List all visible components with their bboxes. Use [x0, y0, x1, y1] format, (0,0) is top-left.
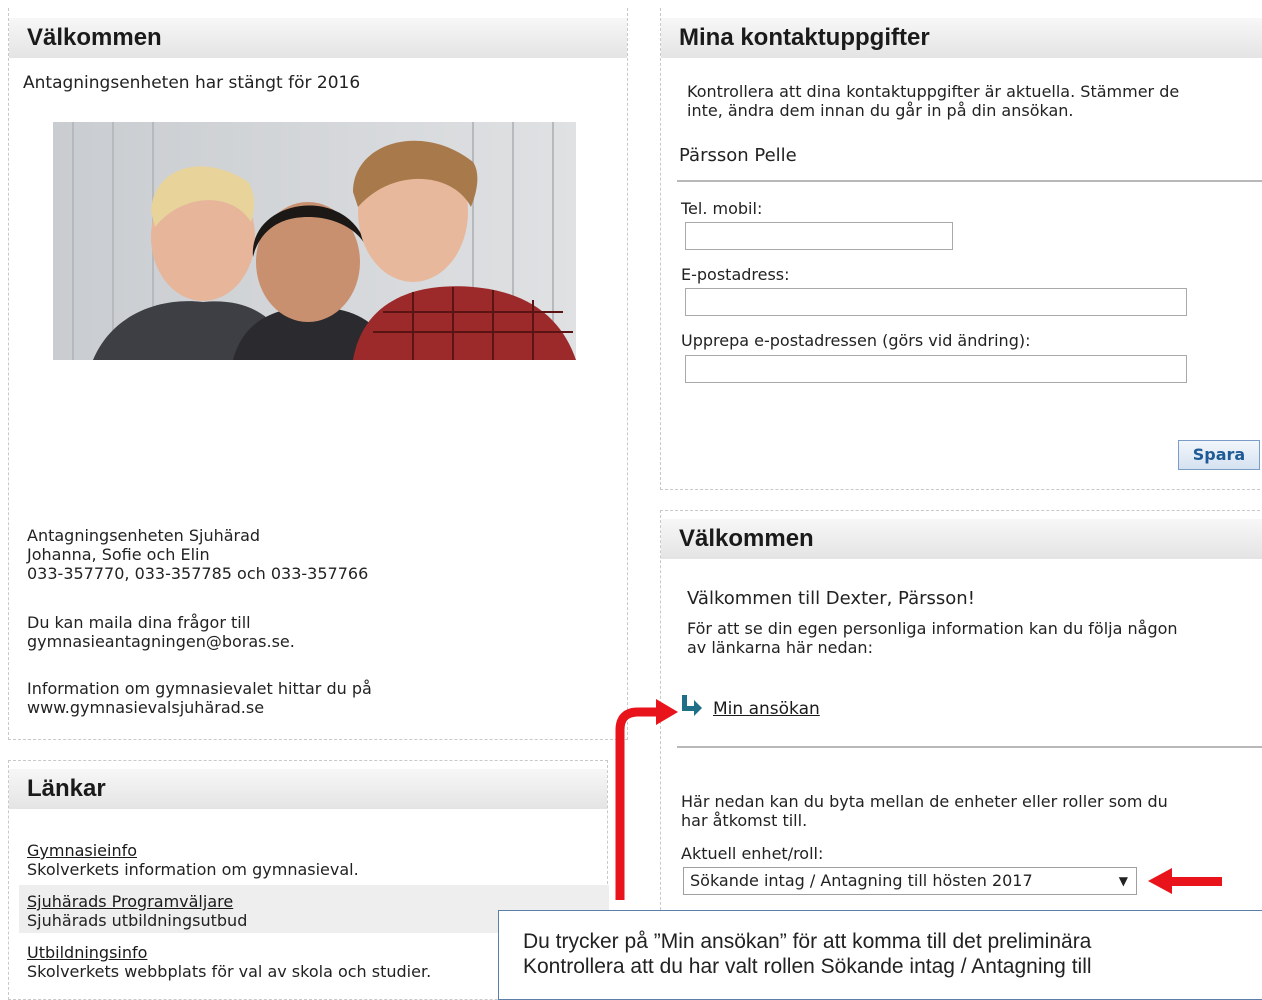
- left-welcome-panel: Välkommen Antagningsenheten har stängt f…: [8, 8, 628, 740]
- email-label: E-postadress:: [681, 265, 790, 284]
- contact-intro-line-2: inte, ändra dem innan du går in på din a…: [687, 101, 1074, 120]
- role-label: Aktuell enhet/roll:: [681, 844, 824, 863]
- role-select-value: Sökande intag / Antagning till hösten 20…: [690, 871, 1033, 890]
- link-utbildningsinfo-desc: Skolverkets webbplats för val av skola o…: [27, 962, 432, 981]
- callout-line-1: Du trycker på ”Min ansökan” för att komm…: [523, 930, 1092, 953]
- info-line-1: För att se din egen personliga informati…: [687, 619, 1178, 638]
- students-photo-image: [53, 122, 576, 360]
- link-gymnasieinfo-desc: Skolverkets information om gymnasieval.: [27, 860, 359, 879]
- mail-line-1: Du kan maila dina frågor till: [27, 613, 251, 632]
- link-gymnasieinfo[interactable]: Gymnasieinfo: [27, 841, 137, 860]
- switch-line-1: Här nedan kan du byta mellan de enheter …: [681, 792, 1168, 811]
- link-programvaljare-desc: Sjuhärads utbildningsutbud: [27, 911, 248, 930]
- mail-line-2: gymnasieantagningen@boras.se.: [27, 632, 295, 651]
- info-line-2: www.gymnasievalsjuhärad.se: [27, 698, 265, 717]
- left-welcome-title: Välkommen: [9, 18, 627, 58]
- person-name: Pärsson Pelle: [679, 145, 797, 166]
- info-line-1: Information om gymnasievalet hittar du p…: [27, 679, 372, 698]
- contact-line-2: Johanna, Sofie och Elin: [27, 545, 210, 564]
- my-application-link[interactable]: Min ansökan: [713, 700, 820, 719]
- greeting: Välkommen till Dexter, Pärsson!: [687, 588, 975, 609]
- info-line-2: av länkarna här nedan:: [687, 638, 873, 657]
- instruction-callout: Du trycker på ”Min ansökan” för att komm…: [498, 910, 1262, 1000]
- mobile-input[interactable]: [685, 222, 953, 250]
- email-repeat-input[interactable]: [685, 355, 1187, 383]
- links-title: Länkar: [9, 769, 607, 809]
- right-welcome-title: Välkommen: [661, 519, 1262, 559]
- contact-panel: Mina kontaktuppgifter Kontrollera att di…: [660, 8, 1262, 490]
- mobile-label: Tel. mobil:: [681, 199, 763, 218]
- email-repeat-label: Upprepa e-postadressen (görs vid ändring…: [681, 331, 1031, 350]
- right-welcome-panel: Välkommen Välkommen till Dexter, Pärsson…: [660, 510, 1262, 920]
- contact-line-3: 033-357770, 033-357785 och 033-357766: [27, 564, 369, 583]
- links-divider: [677, 746, 1262, 748]
- annotation-arrow-to-link: [615, 707, 660, 900]
- name-divider: [677, 180, 1262, 182]
- closed-notice: Antagningsenheten har stängt för 2016: [23, 73, 361, 93]
- contact-title: Mina kontaktuppgifter: [661, 18, 1262, 58]
- link-utbildningsinfo[interactable]: Utbildningsinfo: [27, 943, 147, 962]
- contact-intro-line-1: Kontrollera att dina kontaktuppgifter är…: [687, 82, 1180, 101]
- students-photo: [53, 122, 576, 360]
- link-programvaljare[interactable]: Sjuhärads Programväljare: [27, 892, 233, 911]
- chevron-down-icon: ▼: [1118, 874, 1128, 888]
- role-select[interactable]: Sökande intag / Antagning till hösten 20…: [683, 867, 1137, 895]
- switch-line-2: har åtkomst till.: [681, 811, 808, 830]
- email-input[interactable]: [685, 288, 1187, 316]
- contact-line-1: Antagningsenheten Sjuhärad: [27, 526, 261, 545]
- callout-line-2: Kontrollera att du har valt rollen Sökan…: [523, 955, 1092, 978]
- arrow-link-icon: [679, 694, 703, 720]
- save-button[interactable]: Spara: [1178, 440, 1260, 470]
